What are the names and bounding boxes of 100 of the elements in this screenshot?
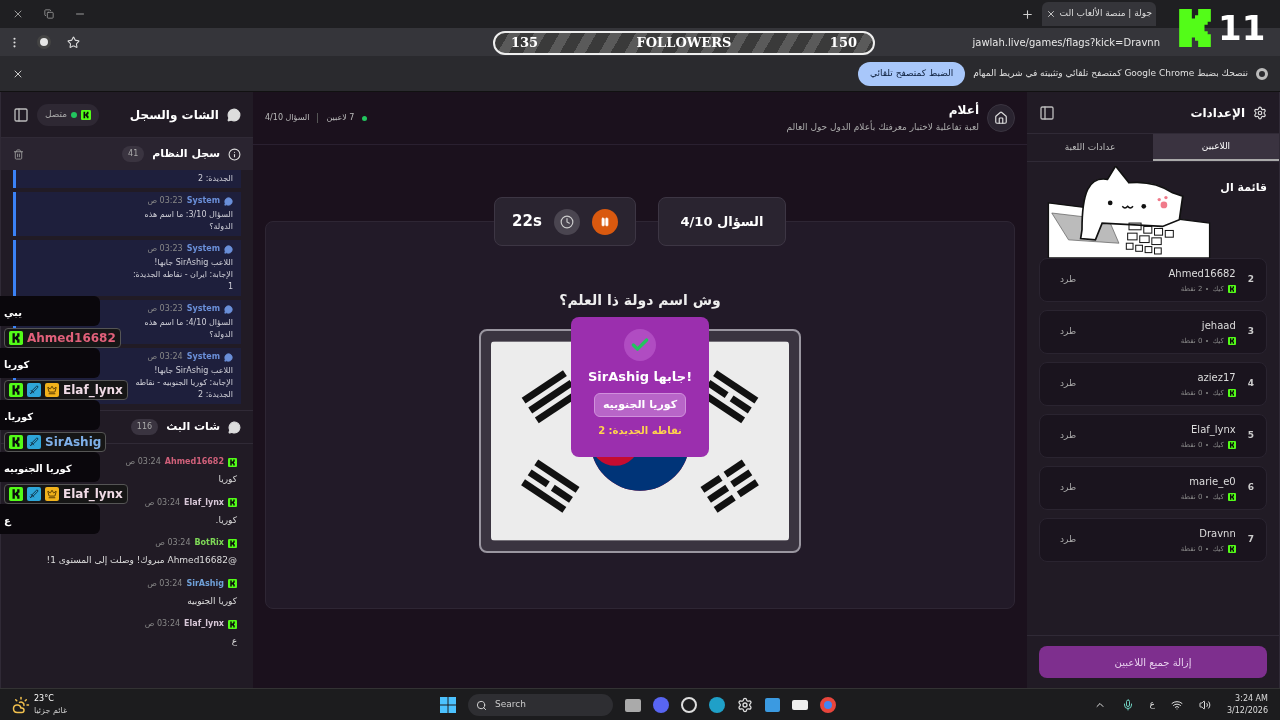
sword-badge-icon <box>27 487 41 501</box>
game-title: أعلام <box>947 101 979 120</box>
home-button[interactable] <box>987 104 1015 132</box>
app-icon[interactable] <box>681 697 697 713</box>
kick-logo-icon <box>228 619 237 629</box>
overlay-username: Elaf_lynx <box>63 384 123 396</box>
kick-logo-icon <box>1227 545 1236 553</box>
kick-logo-icon <box>9 435 23 449</box>
kick-player-button[interactable]: طرد <box>1060 273 1077 287</box>
panel-title: الإعدادات <box>1190 104 1245 122</box>
log-text: الجديدة: 2 <box>197 173 233 185</box>
set-default-button[interactable]: الضبط كمتصفح تلقائي <box>858 61 966 86</box>
count-badge: 116 <box>130 419 159 435</box>
language-indicator[interactable]: ع <box>1149 697 1155 712</box>
chat-message: @Ahmed16682 مبروك! وصلت إلى المستوى 1! <box>45 554 237 567</box>
sword-badge-icon <box>27 383 41 397</box>
player-name: jehaad <box>1200 318 1236 333</box>
volume-icon[interactable] <box>1198 698 1211 711</box>
section-title: شات البث <box>166 418 220 435</box>
check-icon <box>624 329 656 361</box>
settings-tab[interactable]: اللاعبين <box>1153 134 1279 161</box>
log-text: اللاعب SirAshig جابها! الإجابة: ايران - نقاطه الجديدة: 1 <box>131 257 233 293</box>
chat-message: كوريا. <box>214 513 237 527</box>
sender-name: System <box>186 303 220 315</box>
close-tab-icon[interactable] <box>1045 9 1056 19</box>
kick-logo-icon <box>1227 337 1236 345</box>
kick-logo-icon <box>228 579 237 588</box>
taskbar-search-field[interactable]: Search <box>468 694 613 716</box>
overlay-username: Ahmed16682 <box>27 332 116 344</box>
timestamp: 03:24 ص <box>144 496 181 509</box>
microphone-icon[interactable] <box>1121 698 1134 711</box>
chat-message: كوريا الجنوبيه <box>186 594 237 608</box>
home-icon <box>994 111 1008 125</box>
pause-button[interactable] <box>591 208 618 235</box>
profile-icon[interactable] <box>37 35 51 49</box>
sender-name: System <box>186 351 220 363</box>
collapse-panel-icon[interactable] <box>13 106 29 123</box>
timestamp: 03:24 ص <box>147 577 183 590</box>
player-name: Elaf_lynx <box>1190 422 1236 437</box>
player-name: Ahmed16682 <box>1168 266 1236 281</box>
kick-logo-icon <box>9 487 23 501</box>
overlay-message: كوريا. <box>4 411 34 422</box>
kick-player-button[interactable]: طرد <box>1060 377 1077 391</box>
settings-icon[interactable] <box>737 697 753 713</box>
kick-logo-icon <box>9 383 23 397</box>
overlay-message: ع <box>4 515 11 526</box>
timestamp: 03:24 ص <box>144 618 181 630</box>
address-field[interactable]: jawlah.live/games/flags?kick=Dravnn <box>972 34 1160 50</box>
browser-tab[interactable]: جولة | منصة الألعاب الت <box>1041 2 1156 26</box>
kick-logo-icon <box>81 109 92 120</box>
restore-icon[interactable] <box>44 9 54 19</box>
kick-player-button[interactable]: طرد <box>1060 533 1077 547</box>
bookmark-star-icon[interactable] <box>67 35 80 49</box>
settings-tab[interactable]: عدادات اللعبة <box>1027 134 1153 161</box>
chat-message: ع <box>230 635 237 648</box>
crown-badge-icon <box>45 487 59 501</box>
log-text: السؤال 3/10: ما اسم هذه الدولة؟ <box>143 209 233 233</box>
kick-logo-icon <box>1176 8 1214 48</box>
panel-title: الشات والسجل <box>129 106 219 124</box>
kick-logo-icon <box>228 457 237 467</box>
clock-date[interactable]: 3/12/2026 <box>1226 704 1268 717</box>
temperature-text: 23°C <box>34 692 55 705</box>
overlay-message: يبي <box>4 307 22 318</box>
sender-name: System <box>186 243 220 255</box>
collapse-panel-icon[interactable] <box>1039 104 1055 121</box>
kick-player-button[interactable]: طرد <box>1060 481 1077 495</box>
clock-time[interactable]: 3:24 AM <box>1235 692 1268 705</box>
close-icon[interactable] <box>12 8 24 20</box>
kick-player-button[interactable]: طرد <box>1060 325 1077 339</box>
progress-text: السؤال 4/10 <box>265 112 310 124</box>
player-name: Dravnn <box>1198 526 1236 541</box>
log-text: السؤال 4/10: ما اسم هذه الدولة؟ <box>143 317 233 341</box>
kick-logo-icon <box>228 538 237 548</box>
kick-logo-icon <box>9 331 23 345</box>
search-placeholder: Search <box>495 698 526 712</box>
timer-text: 22s <box>512 211 542 233</box>
chat-username[interactable]: Ahmed16682 <box>164 456 224 468</box>
new-tab-icon[interactable] <box>1020 7 1034 21</box>
chat-bubble-icon <box>227 107 241 122</box>
log-text: اللاعب SirAshig جابها! الإجابة: كوريا الجنوبيه - نقاطه الجديدة: 2 <box>134 365 233 401</box>
weather-icon <box>12 695 30 714</box>
chat-username[interactable]: Elaf_lynx <box>184 496 224 509</box>
chrome-icon[interactable] <box>820 697 836 713</box>
kick-player-button[interactable]: طرد <box>1060 429 1077 443</box>
remove-all-players-button[interactable]: إزالة جميع اللاعبين <box>1039 646 1267 678</box>
timestamp: 03:24 ص <box>125 456 161 468</box>
player-rank: 6 <box>1247 481 1254 495</box>
chat-username[interactable]: BotRix <box>194 537 224 549</box>
chat-bubble-icon <box>228 420 241 434</box>
status-text: متصل <box>45 107 68 121</box>
player-name: aziez17 <box>1196 370 1236 385</box>
chat-username[interactable]: Elaf_lynx <box>184 618 224 630</box>
kick-count: 11 <box>1218 11 1266 45</box>
wifi-icon[interactable] <box>1170 698 1183 711</box>
clock-icon <box>553 208 580 235</box>
windows-start-icon[interactable] <box>440 697 456 713</box>
trash-icon[interactable] <box>13 148 24 160</box>
timestamp: 03:23 ص <box>147 303 183 315</box>
chat-username[interactable]: SirAshig <box>186 577 224 590</box>
kick-logo-icon <box>1227 285 1236 293</box>
